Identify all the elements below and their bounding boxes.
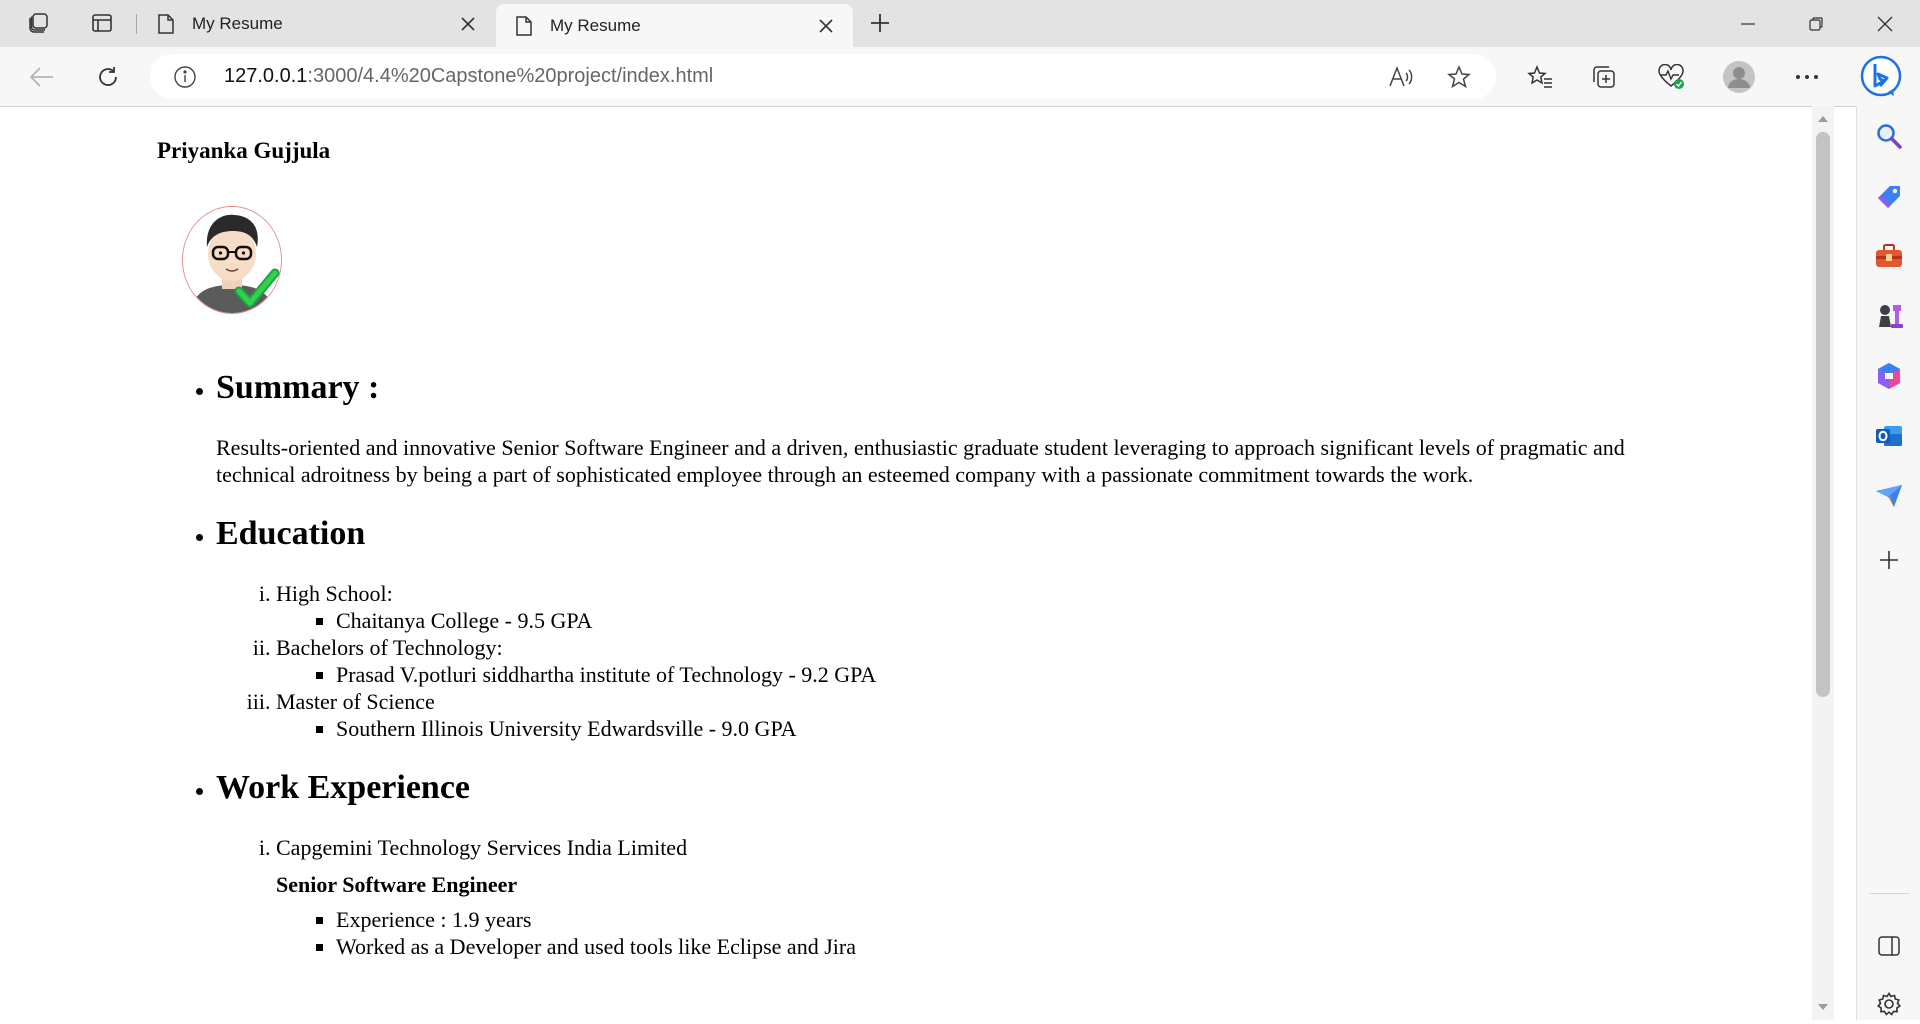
refresh-icon xyxy=(99,67,117,86)
sidebar-add-button[interactable] xyxy=(1869,540,1909,580)
minimize-icon xyxy=(1741,22,1755,25)
back-arrow-icon xyxy=(29,67,53,87)
education-level: Master of Science xyxy=(276,689,435,714)
close-tab-icon[interactable] xyxy=(451,7,485,41)
scroll-up-arrow-icon[interactable] xyxy=(1818,116,1828,122)
refresh-button[interactable] xyxy=(88,57,128,97)
page-icon xyxy=(154,12,178,36)
profile-avatar-image xyxy=(182,206,282,314)
bing-icon xyxy=(1860,55,1902,97)
close-window-button[interactable] xyxy=(1855,0,1915,47)
hide-sidebar-button[interactable] xyxy=(1869,926,1909,966)
education-heading: Education xyxy=(216,515,366,552)
job-title: Senior Software Engineer xyxy=(276,872,518,897)
workspaces-icon xyxy=(29,13,48,33)
tab-actions-icon xyxy=(92,14,112,32)
restore-button[interactable] xyxy=(1786,0,1846,47)
toolbox-icon xyxy=(1876,244,1902,267)
education-item: Bachelors of Technology: Prasad V.potlur… xyxy=(276,634,1700,688)
sidebar-shopping-button[interactable] xyxy=(1869,176,1909,216)
education-level: High School: xyxy=(276,581,393,606)
favorites-button[interactable] xyxy=(1520,57,1560,97)
chess-piece-icon xyxy=(1879,305,1903,328)
education-item: Master of Science Southern Illinois Univ… xyxy=(276,688,1700,742)
work-list: Capgemini Technology Services India Limi… xyxy=(216,834,1700,960)
sidebar-games-button[interactable] xyxy=(1869,296,1909,336)
education-item: High School: Chaitanya College - 9.5 GPA xyxy=(276,580,1700,634)
read-aloud-icon[interactable] xyxy=(1386,62,1416,92)
work-point: Worked as a Developer and used tools lik… xyxy=(336,933,1700,960)
summary-heading: Summary : xyxy=(216,369,380,406)
work-item: Capgemini Technology Services India Limi… xyxy=(276,834,1700,960)
summary-text: Results-oriented and innovative Senior S… xyxy=(216,435,1625,487)
education-detail: Chaitanya College - 9.5 GPA xyxy=(336,607,1700,634)
bing-copilot-button[interactable] xyxy=(1858,53,1904,99)
more-dots-icon xyxy=(1796,75,1818,79)
work-experience-heading: Work Experience xyxy=(216,769,471,806)
minimize-button[interactable] xyxy=(1718,0,1778,47)
address-bar[interactable]: 127.0.0.1:3000/4.4%20Capstone%20project/… xyxy=(150,54,1496,99)
sidebar-settings-button[interactable] xyxy=(1869,984,1909,1024)
browser-essentials-button[interactable] xyxy=(1651,57,1691,97)
sidebar-toggle-icon xyxy=(1878,936,1900,956)
outlook-icon xyxy=(1876,426,1902,446)
education-section: Education High School: Chaitanya College… xyxy=(216,514,1700,742)
sidebar-search-button[interactable] xyxy=(1869,116,1909,156)
scroll-thumb[interactable] xyxy=(1816,132,1830,697)
resume-sections: Summary : Results-oriented and innovativ… xyxy=(0,368,1700,960)
education-detail: Southern Illinois University Edwardsvill… xyxy=(336,715,1700,742)
sidebar-tools-button[interactable] xyxy=(1869,236,1909,276)
company-name: Capgemini Technology Services India Limi… xyxy=(276,835,688,860)
heartbeat-icon xyxy=(1658,64,1684,89)
education-detail: Prasad V.potluri siddhartha institute of… xyxy=(336,661,1700,688)
page-content: Priyanka Gujjula • Summary: Results-ori… xyxy=(0,106,1812,1020)
favorites-icon xyxy=(1527,65,1552,88)
collections-button[interactable] xyxy=(1584,57,1624,97)
shopping-tag-icon xyxy=(1878,186,1900,208)
workspaces-button[interactable] xyxy=(20,6,56,40)
summary-section: Summary : Results-oriented and innovativ… xyxy=(216,368,1700,488)
sidebar-microsoft365-button[interactable] xyxy=(1869,356,1909,396)
gear-icon xyxy=(1877,992,1901,1016)
plus-icon xyxy=(871,14,889,32)
close-icon xyxy=(1877,16,1893,31)
sidebar-outlook-button[interactable] xyxy=(1869,416,1909,456)
resume-name: Priyanka Gujjula xyxy=(157,138,331,163)
work-point: Experience : 1.9 years xyxy=(336,906,1700,933)
tab-my-resume-2[interactable]: My Resume xyxy=(496,4,853,47)
tab-title: My Resume xyxy=(192,13,283,33)
page-icon xyxy=(512,14,536,38)
tab-strip: My Resume My Resume xyxy=(0,0,1920,47)
favorite-star-icon[interactable] xyxy=(1444,62,1474,92)
site-info-icon[interactable] xyxy=(172,64,198,90)
search-icon xyxy=(1877,124,1902,149)
education-level: Bachelors of Technology: xyxy=(276,635,503,660)
collections-icon xyxy=(1593,66,1615,88)
restore-icon xyxy=(1809,16,1823,31)
paper-plane-icon xyxy=(1876,485,1902,507)
plus-icon xyxy=(1880,551,1898,569)
edge-sidebar xyxy=(1856,106,1920,1020)
profile-button[interactable] xyxy=(1719,57,1759,97)
page-scrollbar[interactable] xyxy=(1812,106,1834,1020)
new-tab-button[interactable] xyxy=(862,6,898,40)
close-tab-icon[interactable] xyxy=(809,9,843,43)
navigation-toolbar: 127.0.0.1:3000/4.4%20Capstone%20project/… xyxy=(0,47,1920,107)
work-experience-section: Work Experience Capgemini Technology Ser… xyxy=(216,768,1700,960)
scroll-down-arrow-icon[interactable] xyxy=(1818,1004,1828,1010)
back-button[interactable] xyxy=(22,57,62,97)
sidebar-drop-button[interactable] xyxy=(1869,476,1909,516)
microsoft365-icon xyxy=(1878,363,1900,389)
avatar-icon xyxy=(1723,61,1755,93)
education-list: High School: Chaitanya College - 9.5 GPA… xyxy=(216,580,1700,742)
tab-my-resume-1[interactable]: My Resume xyxy=(138,0,495,47)
url-text[interactable]: 127.0.0.1:3000/4.4%20Capstone%20project/… xyxy=(224,54,713,99)
work-points: Experience : 1.9 years Worked as a Devel… xyxy=(276,906,1700,960)
tab-actions-button[interactable] xyxy=(84,6,120,40)
settings-more-button[interactable] xyxy=(1787,57,1827,97)
tab-title: My Resume xyxy=(550,15,641,35)
